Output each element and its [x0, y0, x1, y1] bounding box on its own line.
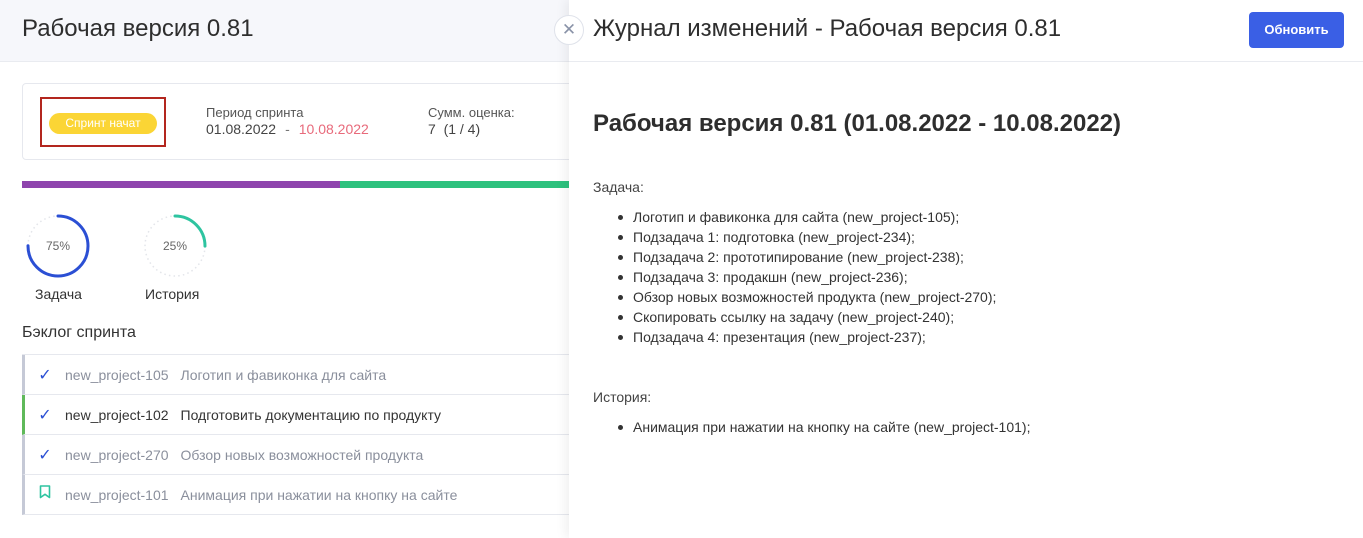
list-item: Подзадача 2: прототипирование (new_proje… — [593, 247, 996, 267]
backlog-item-name: Подготовить документацию по продукту — [180, 406, 442, 423]
bookmark-icon — [25, 485, 65, 504]
task-progress-ring: 75% — [24, 212, 92, 280]
estimate-value: 7 (1 / 4) — [428, 121, 481, 137]
refresh-button[interactable]: Обновить — [1249, 12, 1344, 48]
list-item: Обзор новых возможностей продукта (new_p… — [593, 287, 996, 307]
sprint-period-end: 10.08.2022 — [298, 121, 369, 137]
list-item: Скопировать ссылку на задачу (new_projec… — [593, 307, 996, 327]
backlog-item-name: Обзор новых возможностей продукта — [180, 446, 424, 463]
tasks-list: Логотип и фавиконка для сайта (new_proje… — [593, 207, 996, 347]
changelog-panel: Журнал изменений - Рабочая версия 0.81 О… — [569, 0, 1363, 538]
list-item: Логотип и фавиконка для сайта (new_proje… — [593, 207, 996, 227]
backlog-item-key[interactable]: new_project-105 — [65, 367, 169, 383]
sprint-summary-card: Спринт начат Период спринта 01.08.2022-1… — [22, 83, 582, 160]
check-icon: ✓ — [38, 446, 52, 464]
backlog-list: ✓ new_project-105 Логотип и фавиконка дл… — [22, 354, 582, 515]
list-item: Подзадача 4: презентация (new_project-23… — [593, 327, 996, 347]
backlog-row[interactable]: new_project-101 Анимация при нажатии на … — [22, 475, 582, 515]
sprint-period-label: Период спринта — [206, 105, 304, 120]
backlog-item-key[interactable]: new_project-101 — [65, 487, 169, 503]
sprint-progress-fill — [22, 181, 340, 188]
bookmark-icon-shape — [39, 485, 51, 499]
backlog-item-key[interactable]: new_project-102 — [65, 407, 169, 423]
close-icon: ✕ — [561, 20, 577, 39]
backlog-item-name: Логотип и фавиконка для сайта — [180, 366, 387, 383]
page-title: Рабочая версия 0.81 — [22, 15, 254, 42]
task-percent: 75% — [45, 239, 71, 253]
backlog-item-name: Анимация при нажатии на кнопку на сайте — [180, 486, 458, 503]
check-icon: ✓ — [38, 366, 52, 384]
close-panel-button[interactable]: ✕ — [554, 15, 584, 45]
check-icon: ✓ — [38, 406, 52, 424]
tasks-section-label: Задача: — [593, 179, 644, 195]
task-ring-caption: Задача — [35, 286, 82, 302]
list-item: Подзадача 3: продакшн (new_project-236); — [593, 267, 996, 287]
sprint-period-values: 01.08.2022-10.08.2022 — [206, 121, 369, 137]
backlog-row[interactable]: ✓ new_project-105 Логотип и фавиконка дл… — [22, 355, 582, 395]
changelog-header: Журнал изменений - Рабочая версия 0.81 О… — [569, 0, 1363, 62]
sprint-progress-bar — [22, 181, 582, 188]
stories-section-label: История: — [593, 389, 652, 405]
stories-list: Анимация при нажатии на кнопку на сайте … — [593, 417, 1030, 437]
backlog-row[interactable]: ✓ new_project-102 Подготовить документац… — [22, 395, 582, 435]
sprint-period-start: 01.08.2022 — [206, 121, 277, 137]
status-badge-highlight: Спринт начат — [40, 97, 166, 147]
changelog-title: Журнал изменений - Рабочая версия 0.81 — [593, 15, 1062, 42]
story-percent: 25% — [162, 239, 188, 253]
sprint-period-separator: - — [285, 121, 290, 137]
estimate-label: Сумм. оценка: — [428, 105, 515, 120]
backlog-item-key[interactable]: new_project-270 — [65, 447, 169, 463]
list-item: Анимация при нажатии на кнопку на сайте … — [593, 417, 1030, 437]
backlog-row[interactable]: ✓ new_project-270 Обзор новых возможност… — [22, 435, 582, 475]
release-heading: Рабочая версия 0.81 (01.08.2022 - 10.08.… — [593, 110, 1122, 137]
sprint-status-badge[interactable]: Спринт начат — [49, 113, 157, 134]
list-item: Подзадача 1: подготовка (new_project-234… — [593, 227, 996, 247]
story-progress-ring: 25% — [141, 212, 209, 280]
story-ring-caption: История — [145, 286, 200, 302]
backlog-title: Бэклог спринта — [22, 324, 136, 341]
